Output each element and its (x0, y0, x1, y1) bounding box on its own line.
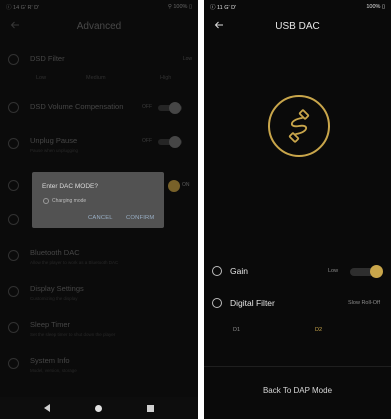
gain-value: Low (328, 268, 339, 274)
charging-option-label[interactable]: Charging mode (52, 198, 86, 204)
back-to-dap-button[interactable]: Back To DAP Mode (204, 386, 391, 395)
gain-row[interactable]: Gain Low (204, 262, 391, 282)
filter-option-d2[interactable]: D2 (315, 327, 322, 333)
usb-cable-icon (268, 95, 330, 157)
status-left: ⓘ 11 G' D' (210, 5, 237, 11)
filter-icon (212, 298, 222, 308)
charging-radio[interactable] (43, 198, 49, 204)
filter-option-d1[interactable]: D1 (233, 327, 240, 333)
gain-label: Gain (230, 266, 248, 276)
page-title: USB DAC (275, 20, 320, 32)
nav-home-icon[interactable] (94, 404, 102, 412)
app-bar: USB DAC (204, 14, 391, 38)
back-arrow-icon[interactable] (212, 18, 226, 32)
divider (204, 366, 391, 367)
dac-mode-dialog: Enter DAC MODE? Charging mode CANCEL CON… (32, 172, 164, 228)
cancel-button[interactable]: CANCEL (88, 215, 113, 221)
confirm-button[interactable]: CONFIRM (126, 215, 154, 221)
status-right: 100% ▯ (366, 4, 385, 10)
system-nav-bar (0, 397, 198, 419)
usb-dac-screen: ⓘ 11 G' D' 100% ▯ USB DAC Gain Low Digit… (204, 0, 391, 419)
gain-toggle-knob (370, 265, 383, 278)
nav-back-icon[interactable] (44, 404, 51, 412)
digital-filter-label: Digital Filter (230, 298, 275, 308)
dialog-title: Enter DAC MODE? (42, 183, 98, 190)
gain-icon (212, 266, 222, 276)
digital-filter-value: Slow Roll-Off (348, 300, 380, 306)
advanced-screen: ⓘ 14 G' R' D' ⚲ 100% ▯ Advanced DSD Filt… (0, 0, 198, 419)
digital-filter-row[interactable]: Digital Filter Slow Roll-Off D1 D2 (204, 294, 391, 344)
nav-recents-icon[interactable] (146, 404, 154, 412)
status-bar: ⓘ 11 G' D' 100% ▯ (204, 0, 391, 14)
